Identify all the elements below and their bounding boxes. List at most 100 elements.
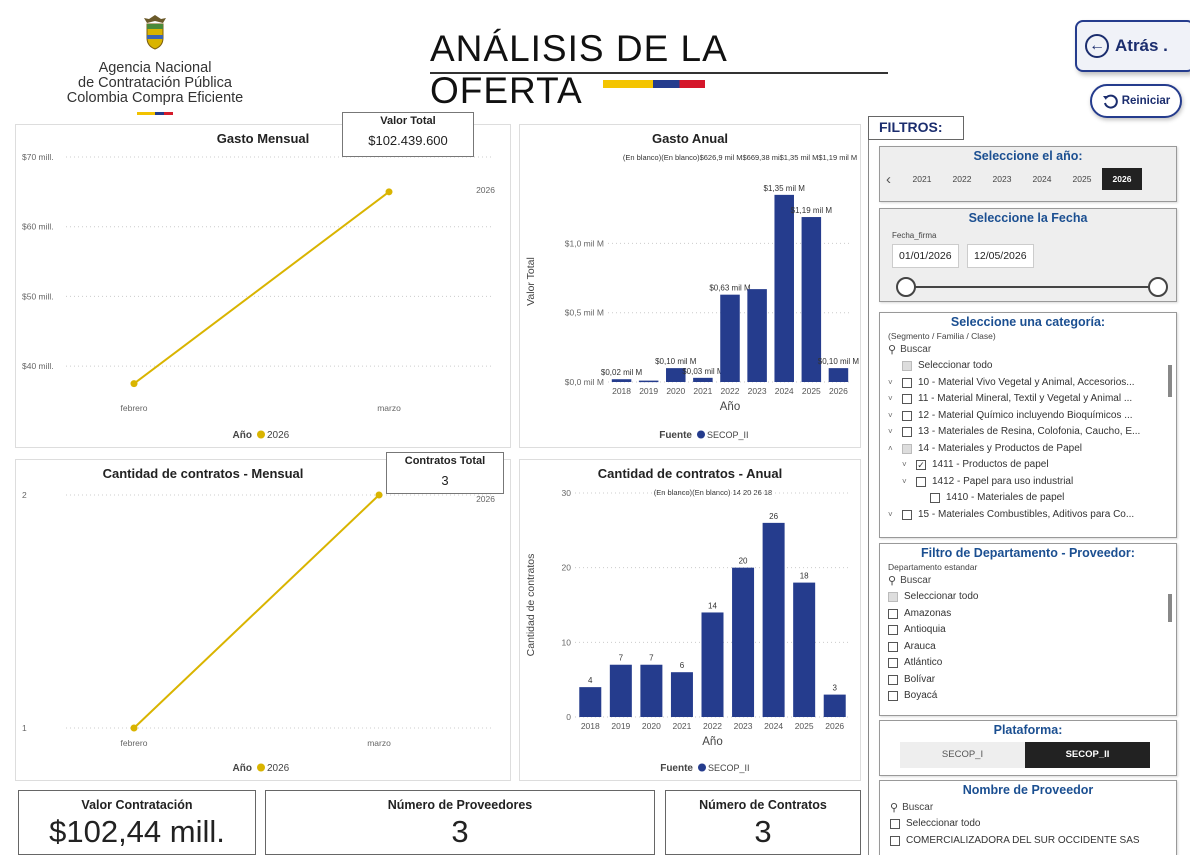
platform-option-secop_ii[interactable]: SECOP_II	[1025, 742, 1150, 768]
chevron-down-icon[interactable]: ˅	[888, 424, 902, 441]
department-search[interactable]: ⚲ Buscar	[888, 572, 1170, 589]
checkbox[interactable]	[888, 658, 898, 669]
list-item[interactable]: 1410 - Materiales de papel	[888, 490, 1170, 507]
series-line	[133, 191, 390, 385]
chevron-down-icon[interactable]: ˅	[902, 474, 916, 491]
list-item[interactable]: ˅ 1412 - Papel para uso industrial	[888, 474, 1170, 491]
y-tick-label: $0,5 mil M	[565, 308, 604, 318]
chevron-left-icon[interactable]: ‹	[886, 171, 902, 188]
chevron-down-icon[interactable]: ˅	[888, 507, 902, 524]
list-item-label: Seleccionar todo	[906, 818, 981, 829]
chevron-down-icon[interactable]: ˅	[902, 457, 916, 474]
list-item[interactable]: ˄ 14 - Materiales y Productos de Papel	[888, 441, 1170, 458]
select-all-item[interactable]: Seleccionar todo	[888, 358, 1170, 375]
select-all-item[interactable]: Seleccionar todo	[890, 816, 1170, 833]
checkbox[interactable]	[888, 691, 898, 702]
list-item[interactable]: Atlántico	[888, 655, 1170, 672]
list-item[interactable]: Bolívar	[888, 672, 1170, 689]
checkbox[interactable]	[888, 674, 898, 685]
bar	[670, 672, 693, 717]
back-button[interactable]: ← Atrás .	[1075, 20, 1190, 72]
x-tick-label: 2023	[748, 386, 767, 396]
org-name-line2: de Contratación Pública	[78, 75, 232, 91]
provider-filter-title: Nombre de Proveedor	[962, 783, 1094, 797]
y-tick-label: 20	[562, 563, 572, 573]
checkbox[interactable]	[888, 592, 898, 603]
list-item-label: 13 - Materiales de Resina, Colofonia, Ca…	[918, 426, 1141, 437]
flag-stripe	[137, 112, 173, 115]
date-range-slider[interactable]	[880, 273, 1176, 301]
data-label: 26	[769, 512, 778, 521]
list-item[interactable]: COMERCIALIZADORA DEL SUR OCCIDENTE SAS	[890, 833, 1170, 850]
checkbox[interactable]	[890, 835, 900, 846]
list-item[interactable]: ˅ 15 - Materiales Combustibles, Aditivos …	[888, 507, 1170, 524]
checkbox[interactable]	[902, 394, 912, 405]
checkbox[interactable]	[916, 476, 926, 487]
data-point	[130, 380, 138, 388]
checkbox-checked[interactable]: ✓	[916, 460, 926, 471]
y-tick-label: 1	[22, 723, 27, 733]
list-item[interactable]: ˅ 13 - Materiales de Resina, Colofonia, C…	[888, 424, 1170, 441]
year-option-2023[interactable]: 2023	[982, 168, 1022, 190]
list-item[interactable]: ˅ 12 - Material Químico incluyendo Bioquí…	[888, 408, 1170, 425]
year-option-2026[interactable]: 2026	[1102, 168, 1142, 190]
y-axis-title: Valor Total	[525, 257, 537, 306]
checkbox[interactable]	[902, 443, 912, 454]
year-option-2025[interactable]: 2025	[1062, 168, 1102, 190]
list-item-label: Arauca	[904, 640, 936, 652]
data-label: 7	[649, 654, 654, 663]
valor-contratacion-value: $102,44 mill.	[49, 814, 225, 849]
checkbox[interactable]	[902, 361, 912, 372]
x-tick-label: 2018	[612, 386, 631, 396]
checkbox[interactable]	[902, 427, 912, 438]
checkbox[interactable]	[902, 410, 912, 421]
list-item-label: 14 - Materiales y Productos de Papel	[918, 442, 1082, 454]
checkbox[interactable]	[888, 608, 898, 619]
select-all-item[interactable]: Seleccionar todo	[888, 589, 1170, 606]
date-from-input[interactable]: 01/01/2026	[892, 244, 959, 268]
list-item-label: 1411 - Productos de papel	[932, 459, 1049, 470]
list-item[interactable]: ˅ 11 - Material Mineral, Textil y Vegetal…	[888, 391, 1170, 408]
list-item[interactable]: Boyacá	[888, 688, 1170, 705]
provider-list: Seleccionar todo COMERCIALIZADORA DEL SUR…	[890, 816, 1170, 849]
checkbox[interactable]	[888, 641, 898, 652]
gasto-mensual-panel: Gasto Mensual $70 mill. $60 mill. $50 mill…	[15, 124, 511, 448]
checkbox[interactable]	[930, 493, 940, 504]
year-option-2022[interactable]: 2022	[942, 168, 982, 190]
scrollbar[interactable]	[1168, 594, 1172, 622]
list-item[interactable]: Arauca	[888, 639, 1170, 656]
data-point	[130, 724, 138, 732]
x-axis-title: Año	[720, 401, 740, 413]
checkbox[interactable]	[902, 377, 912, 388]
platform-option-secop_i[interactable]: SECOP_I	[900, 742, 1025, 768]
legend-marker	[257, 763, 265, 772]
chevron-down-icon[interactable]: ˅	[888, 391, 902, 408]
scrollbar[interactable]	[1168, 365, 1172, 397]
list-item[interactable]: Amazonas	[888, 606, 1170, 623]
reset-button[interactable]: Reiniciar	[1090, 84, 1182, 118]
filters-label: FILTROS:	[868, 116, 964, 140]
list-item[interactable]: Antioquia	[888, 622, 1170, 639]
list-item[interactable]: ˅ ✓ 1411 - Productos de papel	[888, 457, 1170, 474]
data-label: $1,35 mil M	[764, 184, 806, 193]
checkbox[interactable]	[888, 625, 898, 636]
chevron-down-icon[interactable]: ˅	[888, 375, 902, 392]
chevron-down-icon[interactable]: ˅	[888, 408, 902, 425]
checkbox[interactable]	[902, 509, 912, 520]
list-item[interactable]: ˅ 10 - Material Vivo Vegetal y Animal, Ac…	[888, 375, 1170, 392]
year-option-2021[interactable]: 2021	[902, 168, 942, 190]
x-tick-label: 2024	[764, 721, 783, 731]
data-label: $0,63 mil M	[709, 284, 751, 293]
org-name-line3: Colombia Compra Eficiente	[66, 90, 244, 106]
date-to-input[interactable]: 12/05/2026	[967, 244, 1034, 268]
category-search[interactable]: ⚲ Buscar	[888, 341, 1170, 358]
bar	[774, 194, 794, 382]
provider-search[interactable]: ⚲ Buscar	[890, 799, 1170, 816]
x-tick-label: 2019	[639, 386, 658, 396]
year-option-2024[interactable]: 2024	[1022, 168, 1062, 190]
checkbox[interactable]	[890, 819, 900, 830]
slider-start-handle[interactable]	[896, 277, 916, 297]
slider-end-handle[interactable]	[1148, 277, 1168, 297]
bar	[701, 612, 724, 717]
chevron-up-icon[interactable]: ˄	[888, 441, 902, 458]
